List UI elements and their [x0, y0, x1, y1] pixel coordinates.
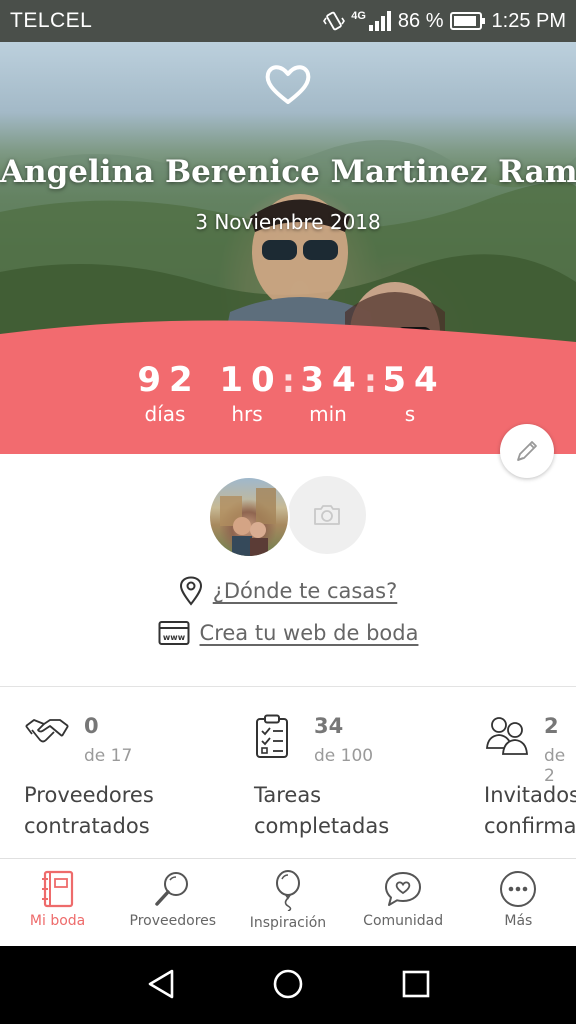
seconds-label: s [404, 402, 416, 426]
notebook-icon [41, 870, 73, 908]
nav-item-mi-boda[interactable]: Mi boda [0, 859, 115, 946]
section-divider [0, 686, 576, 687]
tasks-label-line2: completadas [254, 814, 390, 838]
nav-label-mas: Más [504, 913, 533, 929]
guests-icon [486, 717, 528, 755]
guests-count: 2 [544, 714, 559, 738]
couple-photo-thumbnail[interactable] [208, 476, 290, 558]
where-link[interactable]: ¿Dónde te casas? [213, 579, 398, 603]
status-bar: TELCEL 4G 86 % 1:25 PM [0, 0, 576, 42]
tasks-label-line1: Tareas [254, 783, 322, 807]
status-indicators: 4G 86 % 1:25 PM [323, 10, 566, 33]
vibrate-icon [323, 11, 346, 31]
tasks-count: 34 [314, 714, 344, 738]
tasks-total: de 100 [314, 746, 374, 766]
website-link-row[interactable]: www Crea tu web de boda [0, 620, 576, 646]
countdown-seconds: 54 s [360, 360, 460, 426]
pencil-icon [517, 441, 537, 461]
home-icon[interactable] [270, 966, 306, 1002]
tasks-label: Tareas completadas [254, 780, 454, 842]
vendors-count: 0 [84, 714, 99, 738]
edit-button[interactable] [500, 424, 554, 478]
more-icon [500, 871, 537, 907]
nav-item-inspiracion[interactable]: Inspiración [230, 859, 345, 946]
website-link[interactable]: Crea tu web de boda [200, 621, 419, 645]
stat-guests[interactable]: 2 de 2 Invitados confirmados [484, 710, 576, 850]
couple-name: Angelina Berenice Martinez Ramos [0, 154, 576, 190]
nav-label-mi-boda: Mi boda [29, 913, 86, 929]
magnifier-icon [155, 872, 188, 906]
nav-item-mas[interactable]: Más [461, 859, 576, 946]
bottom-navigation: Mi boda Proveedores Inspiración Comunida… [0, 858, 576, 946]
nav-item-proveedores[interactable]: Proveedores [115, 859, 230, 946]
stat-vendors[interactable]: 0 de 17 Proveedores contratados [24, 710, 254, 850]
signal-icon [368, 11, 391, 31]
checklist-icon [256, 714, 288, 758]
add-photo-button[interactable] [288, 476, 366, 554]
wedding-date: 3 Noviembre 2018 [195, 210, 381, 234]
heart-icon [265, 65, 311, 104]
nav-label-inspiracion: Inspiración [249, 915, 327, 931]
guests-label: Invitados confirmados [484, 780, 576, 842]
where-link-row[interactable]: ¿Dónde te casas? [0, 576, 576, 606]
countdown-panel: 92 días 10 hrs : 34 min : 54 s [0, 320, 576, 454]
nav-item-comunidad[interactable]: Comunidad [346, 859, 461, 946]
photo-illustration [220, 488, 276, 556]
seconds-value: 54 [382, 360, 446, 400]
network-type: 4G [351, 10, 366, 22]
stat-tasks[interactable]: 34 de 100 Tareas completadas [254, 710, 484, 850]
camera-icon [314, 505, 340, 525]
vendors-total: de 17 [84, 746, 133, 766]
battery-icon [449, 12, 485, 30]
location-pin-icon [179, 576, 202, 606]
svg-text:www: www [162, 633, 185, 642]
vendors-label-line1: Proveedores [24, 783, 154, 807]
back-icon[interactable] [144, 966, 180, 1002]
browser-icon: www [158, 621, 190, 645]
carrier-name: TELCEL [10, 9, 93, 32]
vendors-label: Proveedores contratados [24, 780, 224, 842]
chat-heart-icon [385, 872, 422, 906]
handshake-icon [25, 719, 69, 743]
guests-label-line2: confirmados [484, 814, 576, 838]
countdown-row: 92 días 10 hrs : 34 min : 54 s [0, 360, 576, 450]
nav-label-proveedores: Proveedores [129, 913, 217, 929]
vendors-label-line2: contratados [24, 814, 150, 838]
battery-percent: 86 % [397, 9, 444, 32]
guests-label-line1: Invitados [484, 783, 576, 807]
nav-label-comunidad: Comunidad [363, 913, 444, 929]
recents-icon[interactable] [398, 966, 434, 1002]
balloon-icon [275, 870, 300, 911]
cover-photo[interactable]: Angelina Berenice Martinez Ramos 3 Novie… [0, 42, 576, 362]
system-navigation-bar [0, 946, 576, 1024]
clock: 1:25 PM [491, 9, 566, 32]
